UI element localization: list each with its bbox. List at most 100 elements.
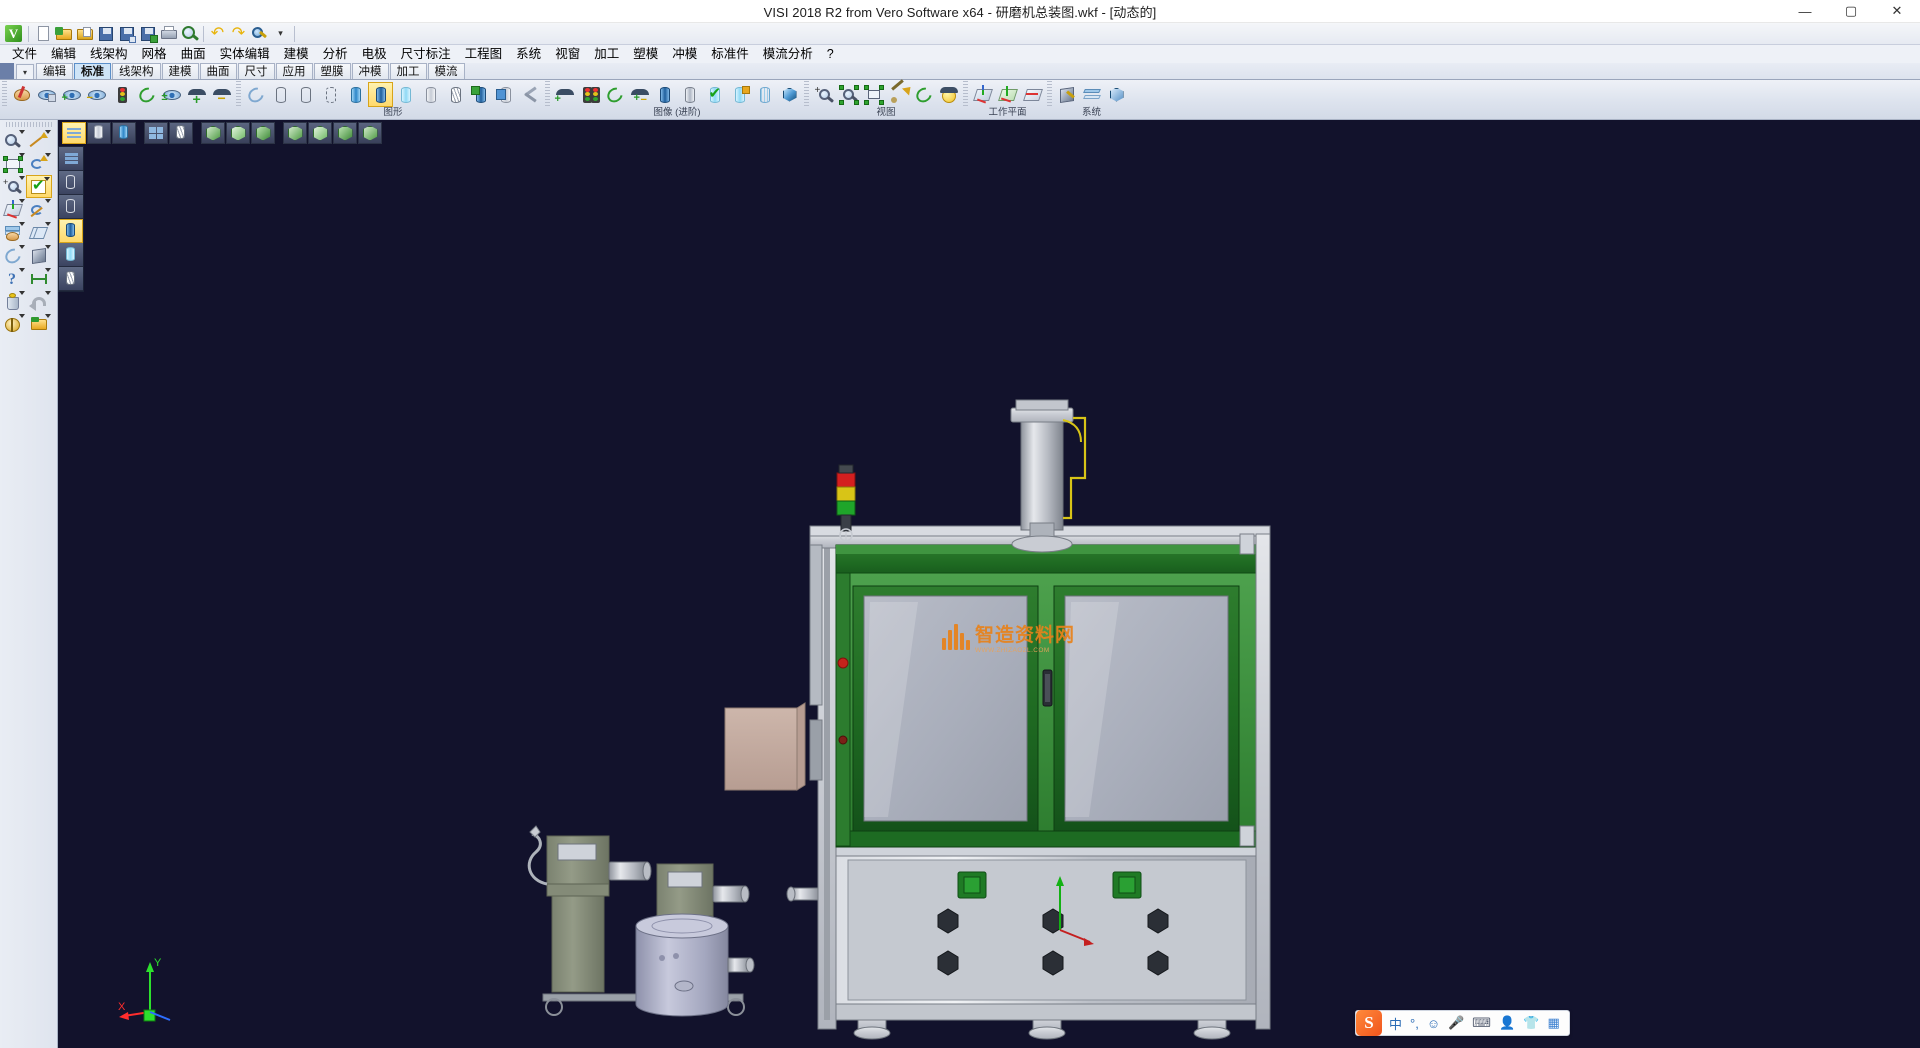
advanced-refresh-icon[interactable]: [602, 82, 627, 107]
view-back-icon[interactable]: [308, 122, 332, 144]
dynamic-view-icon[interactable]: [936, 82, 961, 107]
view-left-icon[interactable]: [333, 122, 357, 144]
menu-help[interactable]: ?: [820, 46, 841, 63]
set-workplane-icon[interactable]: [970, 82, 995, 107]
refresh-view-icon[interactable]: [134, 82, 159, 107]
ime-language-toggle[interactable]: 中: [1385, 1014, 1406, 1033]
menu-system[interactable]: 系统: [509, 46, 548, 63]
view-bottom-icon[interactable]: [358, 122, 382, 144]
grid-plane-icon[interactable]: [26, 221, 52, 244]
solid-cube-icon[interactable]: [26, 244, 52, 267]
workplane-tool-icon[interactable]: [0, 198, 26, 221]
overflow-chevron-icon[interactable]: ▾: [270, 24, 291, 44]
left-toolbar-grip[interactable]: [6, 122, 52, 127]
remove-visible-icon[interactable]: −: [209, 82, 234, 107]
view-top-icon[interactable]: [226, 122, 250, 144]
undo-icon[interactable]: ↶: [207, 24, 228, 44]
select-window-icon[interactable]: [0, 152, 26, 175]
advanced-blank-icon[interactable]: +: [552, 82, 577, 107]
cad-model-canvas[interactable]: [58, 120, 1920, 1048]
toggle-visibility-icon[interactable]: ±: [159, 82, 184, 107]
render-tool-icon[interactable]: [0, 313, 26, 336]
ime-keyboard-icon[interactable]: ⌨: [1468, 1015, 1495, 1031]
new-file-icon[interactable]: [32, 24, 53, 44]
menu-file[interactable]: 文件: [5, 46, 44, 63]
save-as-icon[interactable]: [116, 24, 137, 44]
regenerate-icon[interactable]: [243, 82, 268, 107]
advanced-traffic-light-icon[interactable]: [577, 82, 602, 107]
undo-tool-icon[interactable]: [26, 290, 52, 313]
menu-analysis[interactable]: 分析: [316, 46, 355, 63]
menu-window[interactable]: 视窗: [548, 46, 587, 63]
tab-wireframe[interactable]: 线架构: [112, 63, 161, 79]
viewport[interactable]: 智造资料网 WWW.ZHIZAOZL.COM Y X: [58, 120, 1920, 1048]
zoom-window-icon[interactable]: [836, 82, 861, 107]
print-icon[interactable]: [158, 24, 179, 44]
attributes-palette-icon[interactable]: [0, 221, 26, 244]
ribbon-drag-handle[interactable]: [0, 63, 14, 79]
side-transparent-icon[interactable]: [59, 243, 83, 267]
view-right-icon[interactable]: [283, 122, 307, 144]
toolgroup-grip-3[interactable]: [545, 81, 550, 107]
view-iso-icon[interactable]: [201, 122, 225, 144]
display-settings-icon[interactable]: [493, 82, 518, 107]
side-section-icon[interactable]: [59, 267, 83, 291]
sogou-logo-icon[interactable]: S: [1356, 1010, 1382, 1036]
tab-standard[interactable]: 标准: [74, 63, 111, 79]
draw-line-icon[interactable]: [26, 129, 52, 152]
advanced-copy-icon[interactable]: [727, 82, 752, 107]
advanced-solid-icon[interactable]: [777, 82, 802, 107]
zoom-in-tool-icon[interactable]: +: [0, 175, 26, 198]
blank-entities-icon[interactable]: [34, 82, 59, 107]
toolgroup-grip-6[interactable]: [1047, 81, 1052, 107]
menu-dimension[interactable]: 尺寸标注: [394, 46, 458, 63]
zoom-fit-icon[interactable]: [861, 82, 886, 107]
confirm-check-icon[interactable]: ✔: [26, 175, 52, 198]
hidden-dashed-display-icon[interactable]: [318, 82, 343, 107]
view-shaded-icon[interactable]: [87, 122, 111, 144]
render-quality-icon[interactable]: [468, 82, 493, 107]
view-grid-icon[interactable]: [144, 122, 168, 144]
menu-standard-parts[interactable]: 标准件: [704, 46, 756, 63]
menu-modeling[interactable]: 建模: [277, 46, 316, 63]
tab-edit[interactable]: 编辑: [36, 63, 73, 79]
pan-icon[interactable]: [886, 82, 911, 107]
zoom-tool-icon[interactable]: [0, 129, 26, 152]
save-all-icon[interactable]: [137, 24, 158, 44]
menu-surface[interactable]: 曲面: [174, 46, 213, 63]
close-button[interactable]: ✕: [1874, 0, 1920, 23]
ime-voice-icon[interactable]: 🎤: [1444, 1015, 1468, 1031]
transparent-display-icon[interactable]: [393, 82, 418, 107]
measure-distance-icon[interactable]: [26, 267, 52, 290]
tab-progress[interactable]: 冲模: [352, 63, 389, 79]
side-wireframe-icon[interactable]: [59, 171, 83, 195]
import-file-icon[interactable]: [74, 24, 95, 44]
menu-mould[interactable]: 塑模: [626, 46, 665, 63]
shaded-with-edges-icon[interactable]: [368, 82, 393, 107]
advanced-shade-blue-icon[interactable]: [652, 82, 677, 107]
maximize-button[interactable]: ▢: [1828, 0, 1874, 23]
side-shaded-icon[interactable]: [59, 219, 83, 243]
tab-modeling[interactable]: 建模: [162, 63, 199, 79]
menu-edit[interactable]: 编辑: [44, 46, 83, 63]
show-entities-icon[interactable]: +: [59, 82, 84, 107]
tab-mould[interactable]: 塑膜: [314, 63, 351, 79]
tab-flow[interactable]: 模流: [428, 63, 465, 79]
edit-curve-icon[interactable]: [26, 198, 52, 221]
traffic-light-icon[interactable]: [109, 82, 134, 107]
side-hidden-icon[interactable]: [59, 195, 83, 219]
colour-palette-icon[interactable]: [9, 82, 34, 107]
view-section-icon[interactable]: [169, 122, 193, 144]
toolgroup-grip-1[interactable]: [2, 81, 7, 107]
menu-electrode[interactable]: 电极: [355, 46, 394, 63]
workplane-list-icon[interactable]: [1020, 82, 1045, 107]
menu-progress[interactable]: 冲模: [665, 46, 704, 63]
advanced-shade-steel-icon[interactable]: [677, 82, 702, 107]
settings-icon[interactable]: [249, 24, 270, 44]
view-solid-icon[interactable]: [112, 122, 136, 144]
toolgroup-grip-2[interactable]: [236, 81, 241, 107]
ribbon-dropdown-button[interactable]: ▾: [16, 64, 34, 79]
add-visible-icon[interactable]: +: [184, 82, 209, 107]
refresh-tool-icon[interactable]: [0, 244, 26, 267]
ime-apps-icon[interactable]: ▦: [1543, 1015, 1563, 1031]
